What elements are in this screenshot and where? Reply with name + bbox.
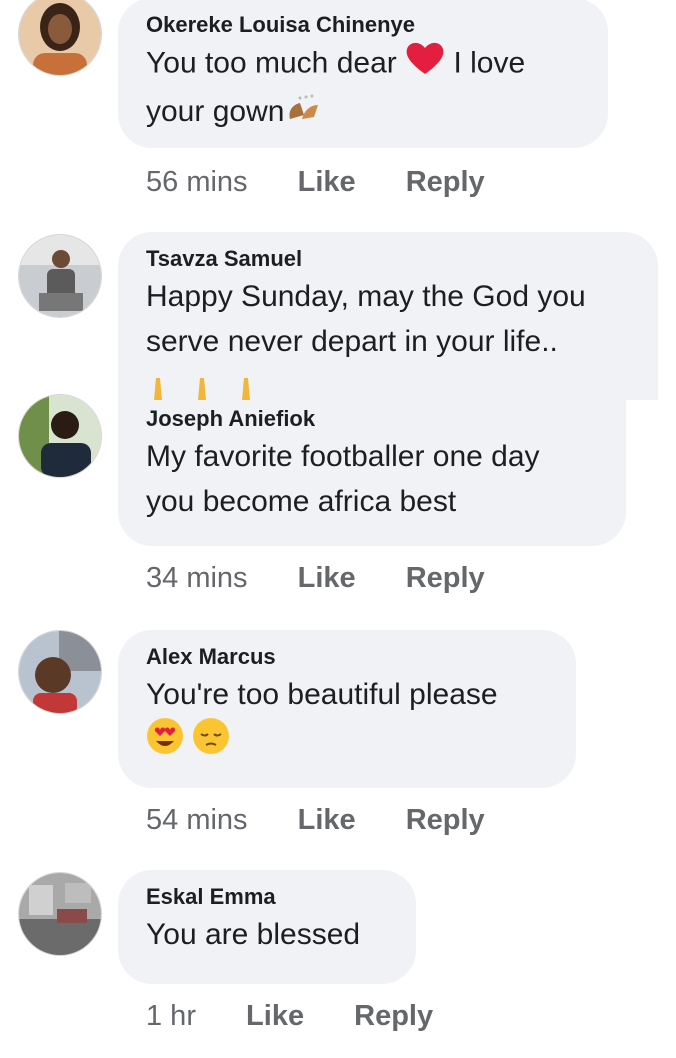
comment-bubble: Eskal Emma You are blessed	[118, 870, 416, 984]
praying-hands-row	[148, 372, 278, 400]
heart-eyes-icon	[146, 717, 184, 768]
comment-bubble: Joseph Aniefiok My favorite footballer o…	[118, 400, 626, 546]
comment-text: You too much dear I love your gown	[146, 40, 580, 136]
comment-actions: 54 mins Like Reply	[146, 804, 485, 837]
comment-author[interactable]: Okereke Louisa Chinenye	[146, 12, 580, 38]
praying-hands-icon	[154, 378, 250, 400]
avatar[interactable]	[18, 630, 102, 714]
comment-author[interactable]: Eskal Emma	[146, 884, 388, 910]
comment-text: You're too beautiful please	[146, 672, 548, 768]
comment-time: 56 mins	[146, 166, 248, 198]
like-button[interactable]: Like	[298, 166, 356, 199]
avatar[interactable]	[18, 234, 102, 318]
comment-bubble: Alex Marcus You're too beautiful please	[118, 630, 576, 788]
avatar[interactable]	[18, 394, 102, 478]
comment-text: Happy Sunday, may the God you serve neve…	[146, 280, 586, 358]
comment-author[interactable]: Joseph Aniefiok	[146, 406, 598, 432]
comment-time: 54 mins	[146, 804, 248, 836]
like-button[interactable]: Like	[246, 1000, 304, 1033]
comment-time: 34 mins	[146, 562, 248, 594]
like-button[interactable]: Like	[298, 562, 356, 595]
avatar[interactable]	[18, 872, 102, 956]
comment-bubble: Okereke Louisa Chinenye You too much dea…	[118, 0, 608, 148]
heart-icon	[405, 40, 445, 89]
comment-bubble: Tsavza Samuel Happy Sunday, may the God …	[118, 232, 658, 400]
like-button[interactable]: Like	[298, 804, 356, 837]
comment-author[interactable]: Tsavza Samuel	[146, 246, 630, 272]
comment-actions: 56 mins Like Reply	[146, 166, 485, 199]
clapping-hands-icon	[284, 91, 324, 136]
reply-button[interactable]: Reply	[406, 562, 485, 595]
avatar[interactable]	[18, 0, 102, 76]
comment-actions: 1 hr Like Reply	[146, 1000, 433, 1033]
reply-button[interactable]: Reply	[406, 804, 485, 837]
pensive-face-icon	[192, 717, 230, 768]
reply-button[interactable]: Reply	[406, 166, 485, 199]
reply-button[interactable]: Reply	[354, 1000, 433, 1033]
comment-actions: 34 mins Like Reply	[146, 562, 485, 595]
comment-text: My favorite footballer one day you becom…	[146, 440, 540, 518]
comment-text: You are blessed	[146, 918, 361, 951]
comment-author[interactable]: Alex Marcus	[146, 644, 548, 670]
comment-time: 1 hr	[146, 1000, 196, 1032]
